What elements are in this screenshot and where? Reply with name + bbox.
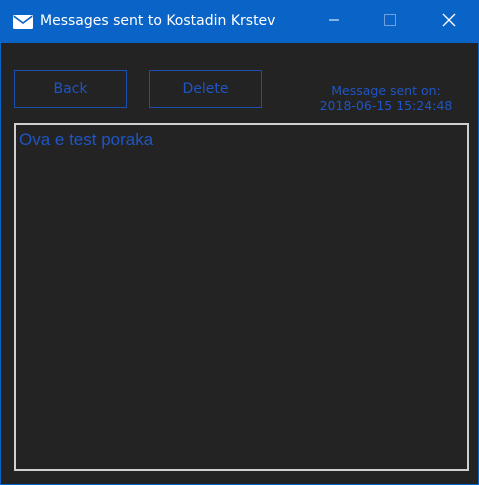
messages-window: Messages sent to Kostadin Krstev Back De…: [0, 0, 479, 485]
sent-datetime: 2018-06-15 15:24:48: [319, 98, 453, 113]
maximize-button[interactable]: [362, 1, 418, 43]
close-button[interactable]: [421, 1, 477, 43]
delete-button[interactable]: Delete: [149, 70, 262, 108]
close-icon: [442, 13, 456, 32]
back-button[interactable]: Back: [14, 70, 127, 108]
sent-on-label: Message sent on:: [331, 83, 441, 98]
maximize-icon: [384, 13, 396, 31]
minimize-icon: [328, 13, 340, 31]
window-title: Messages sent to Kostadin Krstev: [40, 13, 276, 29]
mail-icon: [13, 15, 33, 29]
message-text-area[interactable]: Ova e test poraka: [14, 123, 469, 471]
title-bar[interactable]: Messages sent to Kostadin Krstev: [1, 1, 478, 43]
message-text: Ova e test poraka: [19, 130, 154, 149]
minimize-button[interactable]: [306, 1, 362, 43]
